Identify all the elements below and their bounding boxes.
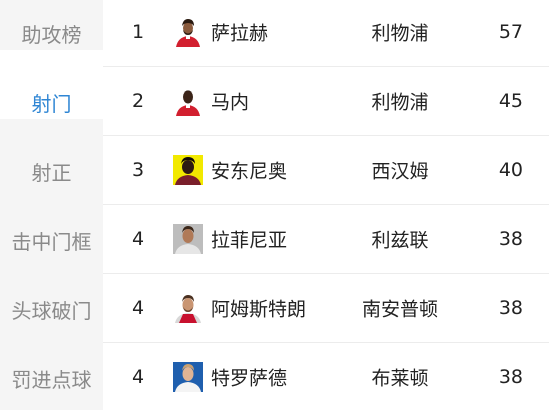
rank-number: 3 (131, 159, 145, 181)
rank-number: 4 (131, 228, 145, 250)
player-avatar (173, 86, 203, 116)
stat-value: 38 (498, 228, 523, 250)
sidebar-item-label: 头球破门 (11, 299, 92, 323)
rank-number: 1 (131, 21, 145, 43)
sidebar-item-label: 助攻榜 (21, 23, 82, 47)
sidebar-item-label: 击中门框 (11, 230, 92, 254)
rank-number: 4 (131, 366, 145, 388)
sidebar-item-shots-on-target[interactable]: 射正 (0, 119, 103, 188)
sidebar-item-label: 射门 (31, 92, 72, 116)
table-row[interactable]: 4 阿姆斯特朗 南安普顿 38 (103, 274, 549, 343)
player-avatar (173, 224, 203, 254)
stat-value: 57 (498, 21, 523, 43)
sidebar-item-penalties[interactable]: 罚进点球 (0, 326, 103, 395)
sidebar-item-woodwork[interactable]: 击中门框 (0, 188, 103, 257)
player-avatar (173, 155, 203, 185)
table-row[interactable]: 2 马内 利物浦 45 (103, 67, 549, 136)
category-sidebar: 助攻榜 射门 射正 击中门框 头球破门 罚进点球 (0, 0, 103, 410)
player-name: 安东尼奥 (211, 160, 288, 183)
player-name: 马内 (211, 91, 250, 114)
stat-value: 40 (498, 159, 523, 181)
table-row[interactable]: 4 特罗萨德 布莱顿 38 (103, 343, 549, 410)
sidebar-item-label: 射正 (31, 161, 72, 185)
stat-value: 38 (498, 297, 523, 319)
stat-value: 45 (498, 90, 523, 112)
player-name: 特罗萨德 (211, 367, 288, 390)
sidebar-item-assists[interactable]: 助攻榜 (0, 0, 103, 50)
player-name: 阿姆斯特朗 (211, 298, 307, 321)
table-row[interactable]: 4 拉菲尼亚 利兹联 38 (103, 205, 549, 274)
player-name: 拉菲尼亚 (211, 229, 288, 252)
stat-value: 38 (498, 366, 523, 388)
sidebar-item-label: 罚进点球 (11, 368, 92, 392)
player-avatar (173, 362, 203, 392)
player-name: 萨拉赫 (211, 22, 269, 45)
sidebar-item-headed-goals[interactable]: 头球破门 (0, 257, 103, 326)
table-row[interactable]: 1 萨拉赫 利物浦 57 (103, 0, 549, 67)
table-row[interactable]: 3 安东尼奥 西汉姆 40 (103, 136, 549, 205)
rank-number: 4 (131, 297, 145, 319)
player-avatar (173, 17, 203, 47)
ranking-list: 1 萨拉赫 利物浦 57 2 马内 利物浦 45 3 安东尼奥 西汉姆 40 4… (103, 0, 549, 410)
sidebar-item-shots[interactable]: 射门 (0, 50, 103, 119)
rank-number: 2 (131, 90, 145, 112)
player-avatar (173, 293, 203, 323)
stats-screen: 助攻榜 射门 射正 击中门框 头球破门 罚进点球 1 萨拉赫 利物浦 57 2 … (0, 0, 549, 410)
